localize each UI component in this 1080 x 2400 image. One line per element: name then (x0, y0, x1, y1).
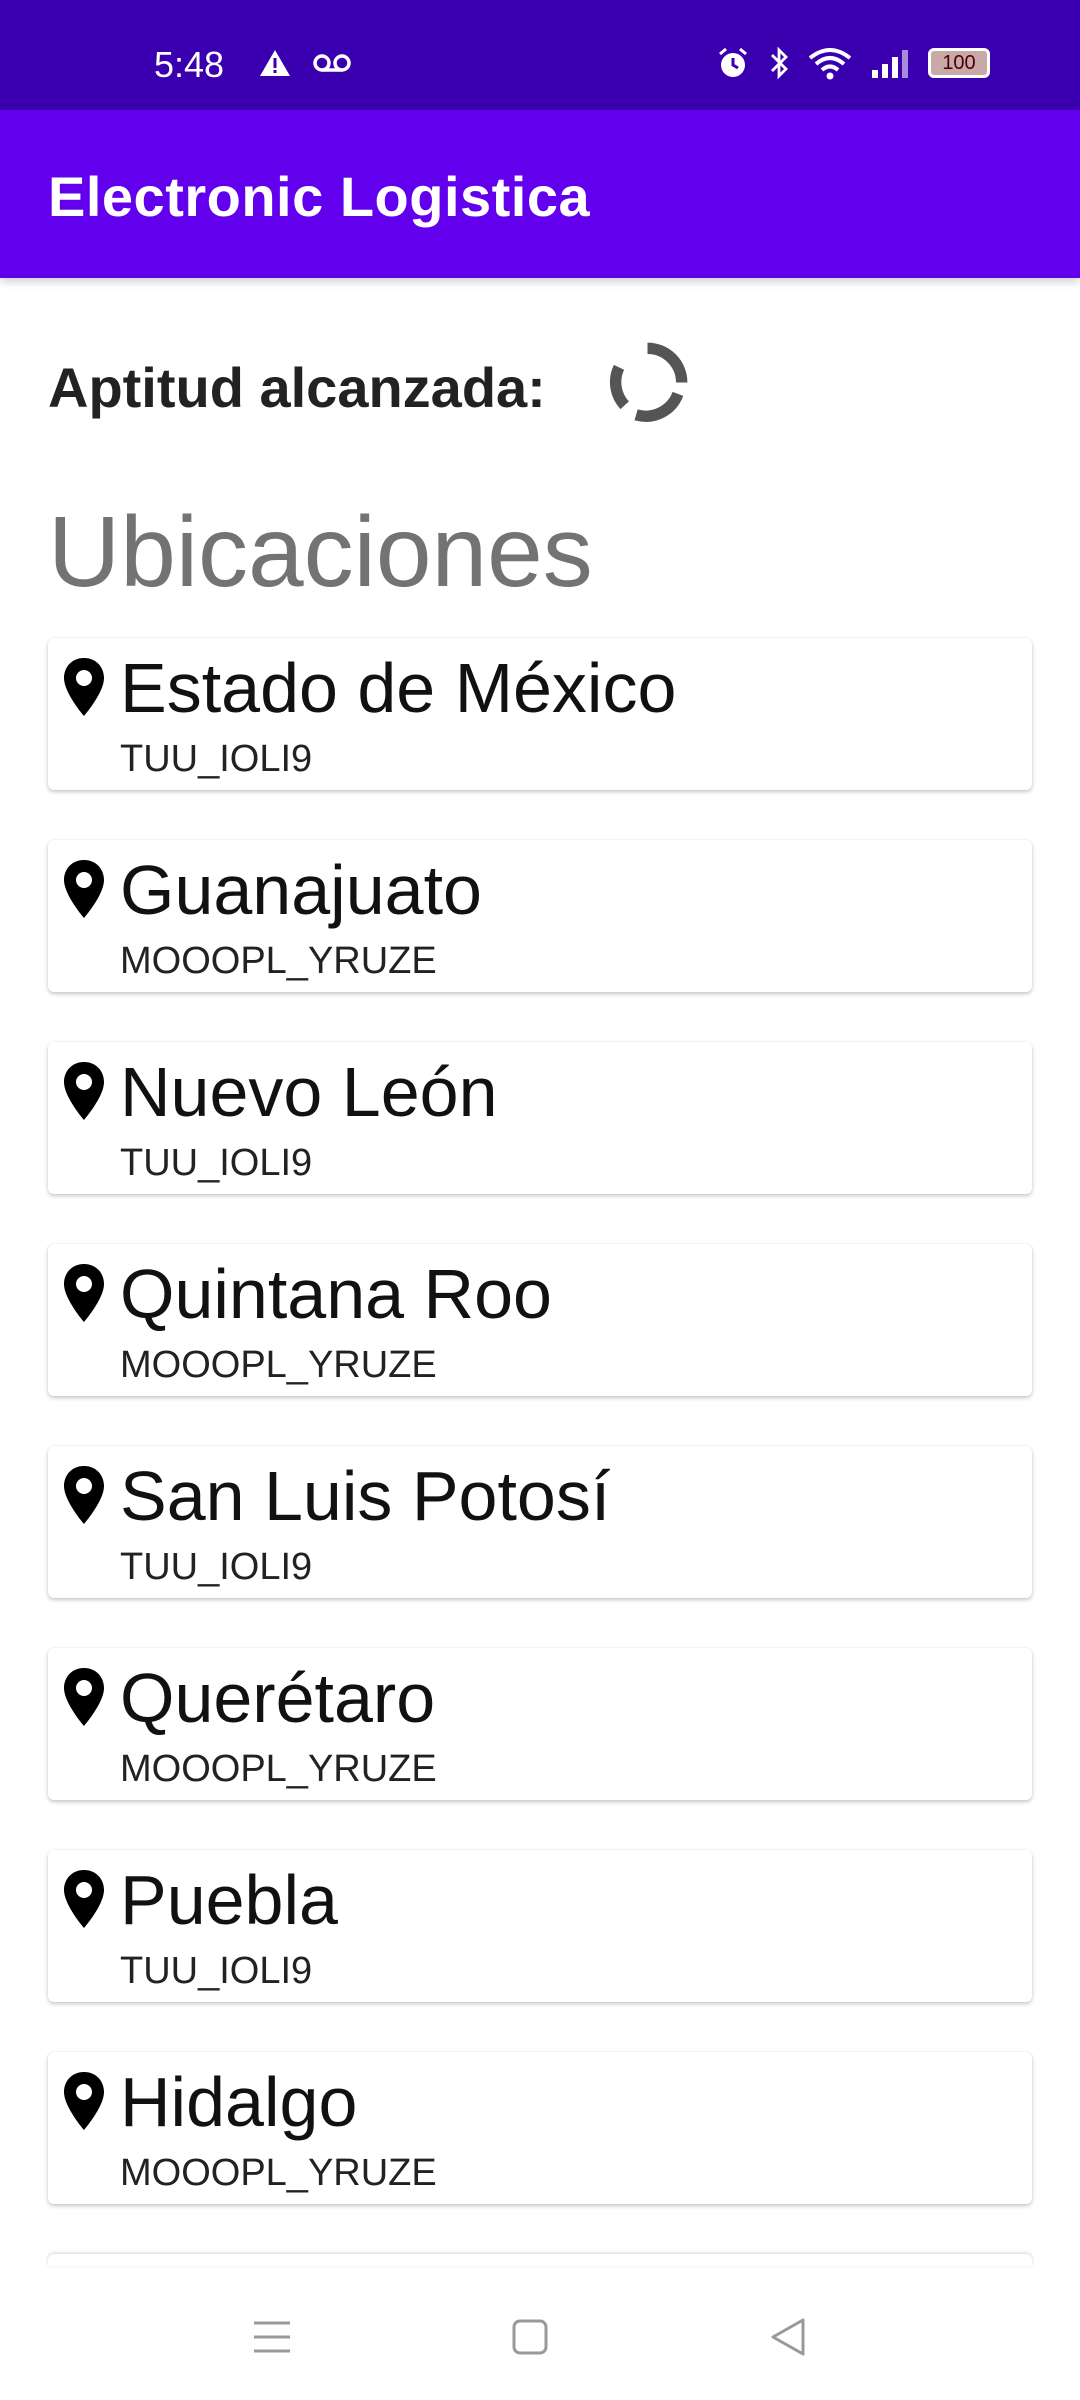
location-code: TUU_IOLI9 (120, 1142, 313, 1184)
signal-icon (872, 50, 908, 78)
menu-lines-icon (254, 2321, 290, 2353)
location-code: MOOOPL_YRUZE (120, 1748, 437, 1790)
status-time: 5:48 (154, 44, 225, 85)
location-name: Puebla (120, 1861, 338, 1939)
next-location-card-peek[interactable] (48, 2254, 1032, 2266)
fitness-row: Aptitud alcanzada: (48, 355, 546, 420)
battery-icon: 100 (928, 48, 990, 78)
location-code: TUU_IOLI9 (120, 1546, 313, 1588)
location-name: Nuevo León (120, 1053, 498, 1131)
location-name: San Luis Potosí (120, 1457, 611, 1535)
app-bar: Electronic Logistica (0, 110, 1080, 278)
warning-icon (260, 50, 290, 76)
status-left-icons (258, 48, 352, 78)
locations-list[interactable]: Estado de México TUU_IOLI9 Guanajuato MO… (48, 638, 1032, 2254)
status-bar: 5:48 100 (0, 0, 1080, 110)
location-pin-icon (64, 2072, 104, 2130)
location-pin-icon (64, 1668, 104, 1726)
navigation-bar (0, 2268, 1080, 2400)
location-card[interactable]: San Luis Potosí TUU_IOLI9 (48, 1446, 1032, 1598)
location-card[interactable]: Nuevo León TUU_IOLI9 (48, 1042, 1032, 1194)
home-button[interactable] (505, 2312, 555, 2362)
triangle-back-icon (771, 2318, 805, 2356)
location-code: MOOOPL_YRUZE (120, 1344, 437, 1386)
square-home-icon (512, 2319, 548, 2355)
location-pin-icon (64, 1466, 104, 1524)
location-pin-icon (64, 1264, 104, 1322)
location-code: MOOOPL_YRUZE (120, 940, 437, 982)
loading-spinner-icon (609, 342, 688, 422)
location-name: Hidalgo (120, 2063, 358, 2141)
location-pin-icon (64, 860, 104, 918)
battery-level: 100 (942, 51, 976, 74)
location-card[interactable]: Puebla TUU_IOLI9 (48, 1850, 1032, 2002)
location-card[interactable]: Guanajuato MOOOPL_YRUZE (48, 840, 1032, 992)
location-code: MOOOPL_YRUZE (120, 2152, 437, 2194)
location-name: Quintana Roo (120, 1255, 552, 1333)
location-pin-icon (64, 1870, 104, 1928)
recent-apps-button[interactable] (247, 2312, 297, 2362)
location-card[interactable]: Querétaro MOOOPL_YRUZE (48, 1648, 1032, 1800)
location-name: Estado de México (120, 649, 677, 727)
location-name: Guanajuato (120, 851, 482, 929)
location-code: TUU_IOLI9 (120, 1950, 313, 1992)
back-button[interactable] (763, 2312, 813, 2362)
voicemail-icon (313, 54, 351, 72)
location-card[interactable]: Estado de México TUU_IOLI9 (48, 638, 1032, 790)
app-title: Electronic Logistica (48, 165, 591, 228)
fitness-label: Aptitud alcanzada: (48, 356, 546, 419)
location-pin-icon (64, 658, 104, 716)
location-card[interactable]: Hidalgo MOOOPL_YRUZE (48, 2052, 1032, 2204)
status-right-icons: 100 (716, 46, 990, 80)
location-pin-icon (64, 1062, 104, 1120)
location-card[interactable]: Quintana Roo MOOOPL_YRUZE (48, 1244, 1032, 1396)
section-title: Ubicaciones (48, 496, 593, 608)
bluetooth-icon (771, 46, 788, 80)
location-name: Querétaro (120, 1659, 436, 1737)
alarm-icon (719, 47, 747, 77)
location-code: TUU_IOLI9 (120, 738, 313, 780)
wifi-icon (808, 48, 852, 80)
